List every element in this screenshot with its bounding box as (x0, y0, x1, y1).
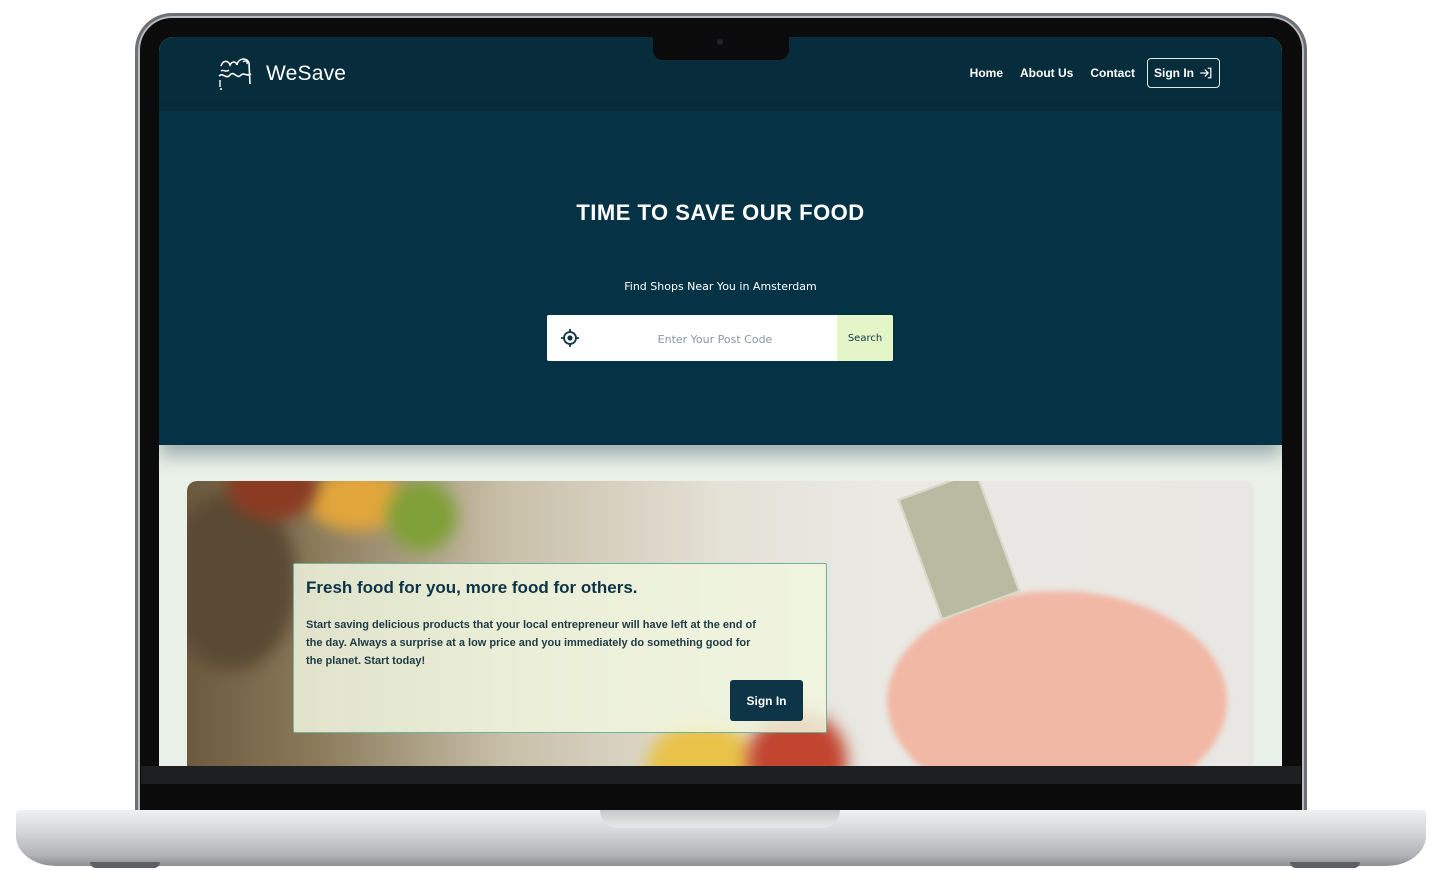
wesave-logo-icon (218, 58, 252, 90)
sign-in-arrow-icon (1200, 67, 1212, 79)
nav-link-contact[interactable]: Contact (1090, 66, 1135, 80)
postcode-search-bar: Search (547, 315, 893, 361)
brand-logo[interactable]: WeSave (217, 54, 346, 94)
laptop-foot-left (90, 862, 160, 868)
nav-link-home[interactable]: Home (970, 66, 1003, 80)
hero-title: TIME TO SAVE OUR FOOD (576, 200, 865, 225)
nav-sign-in-label: Sign In (1154, 66, 1194, 80)
hero-section: TIME TO SAVE OUR FOOD Find Shops Near Yo… (159, 111, 1282, 445)
promo-text: Start saving delicious products that you… (306, 619, 756, 667)
brand-name: WeSave (266, 62, 347, 85)
banner-greens-shape (387, 481, 457, 551)
laptop-bezel-bottom (141, 766, 1301, 784)
laptop-notch (653, 36, 789, 60)
promo-sign-in-button[interactable]: Sign In (730, 680, 803, 721)
hero-subtitle: Find Shops Near You in Amsterdam (624, 280, 817, 293)
nav-sign-in-button[interactable]: Sign In (1147, 58, 1220, 88)
search-button[interactable]: Search (837, 315, 893, 361)
nav-menu: Home About Us Contact Sign In (953, 58, 1220, 88)
promo-title: Fresh food for you, more food for others… (306, 578, 638, 597)
promo-card: Fresh food for you, more food for others… (293, 563, 827, 733)
laptop-foot-right (1290, 862, 1360, 868)
browser-screen: WeSave Home About Us Contact Sign In TIM… (159, 37, 1282, 766)
location-crosshair-icon[interactable] (560, 328, 580, 348)
postcode-input[interactable] (589, 315, 841, 361)
nav-link-about-us[interactable]: About Us (1020, 66, 1073, 80)
laptop-camera-icon (717, 39, 723, 45)
laptop-base-notch (600, 810, 840, 828)
banner-piggy-bank-shape (887, 591, 1227, 766)
